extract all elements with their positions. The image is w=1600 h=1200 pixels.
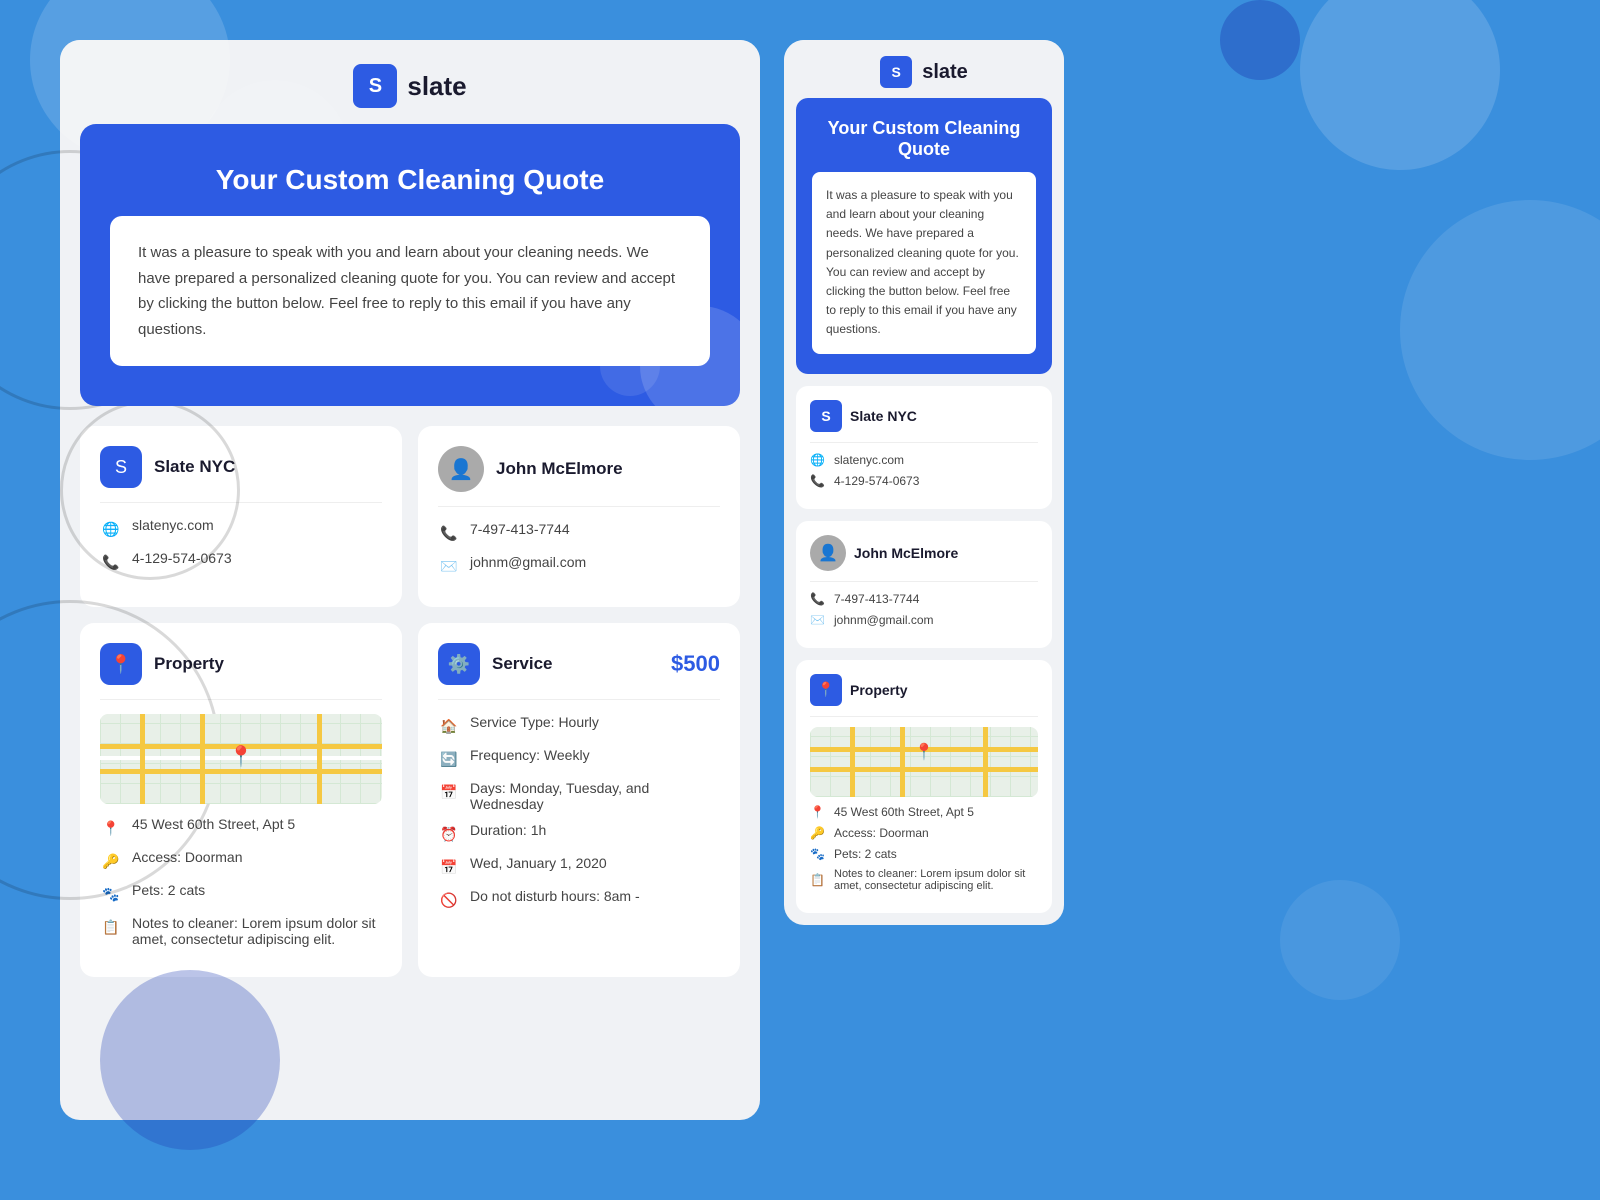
service-disturb: Do not disturb hours: 8am - xyxy=(470,888,640,904)
side-property-pets-icon: 🐾 xyxy=(810,847,826,861)
property-notes: Notes to cleaner: Lorem ipsum dolor sit … xyxy=(132,915,382,947)
property-map: 📍 xyxy=(100,714,382,804)
side-property-header: 📍 Property xyxy=(810,674,1038,717)
side-quote-title: Your Custom Cleaning Quote xyxy=(812,118,1036,160)
side-logo-icon: S xyxy=(880,56,912,88)
quote-title: Your Custom Cleaning Quote xyxy=(110,164,710,196)
side-globe-icon: 🌐 xyxy=(810,453,826,467)
side-phone-icon: 📞 xyxy=(810,474,826,488)
side-client-section: 👤 John McElmore 📞 7-497-413-7744 ✉️ john… xyxy=(796,521,1052,648)
side-card: S slate Your Custom Cleaning Quote It wa… xyxy=(784,40,1064,925)
side-property-access-row: 🔑 Access: Doorman xyxy=(810,826,1038,840)
logo-icon: S xyxy=(353,64,397,108)
client-phone-row: 📞 7-497-413-7744 xyxy=(438,521,720,544)
service-frequency-icon: 🔄 xyxy=(438,748,460,770)
client-email-icon: ✉️ xyxy=(438,555,460,577)
service-disturb-row: 🚫 Do not disturb hours: 8am - xyxy=(438,888,720,911)
side-company-website-row: 🌐 slatenyc.com xyxy=(810,453,1038,467)
side-property-map: 📍 xyxy=(810,727,1038,797)
side-company-header: S Slate NYC xyxy=(810,400,1038,443)
service-type: Service Type: Hourly xyxy=(470,714,599,730)
client-avatar: 👤 xyxy=(438,446,484,492)
service-days-row: 📅 Days: Monday, Tuesday, and Wednesday xyxy=(438,780,720,812)
map-pin-icon: 📍 xyxy=(229,744,254,769)
service-duration-row: ⏰ Duration: 1h xyxy=(438,822,720,845)
side-client-avatar: 👤 xyxy=(810,535,846,571)
service-price: $500 xyxy=(671,651,720,677)
side-property-access: Access: Doorman xyxy=(834,826,929,840)
service-card: ⚙️ Service $500 🏠 Service Type: Hourly 🔄… xyxy=(418,623,740,977)
client-phone: 7-497-413-7744 xyxy=(470,521,570,537)
service-date-icon: 📅 xyxy=(438,856,460,878)
side-property-notes-row: 📋 Notes to cleaner: Lorem ipsum dolor si… xyxy=(810,868,1038,892)
side-company-section: S Slate NYC 🌐 slatenyc.com 📞 4-129-574-0… xyxy=(796,386,1052,509)
service-card-header: ⚙️ Service $500 xyxy=(438,643,720,700)
side-property-notes-icon: 📋 xyxy=(810,873,826,887)
side-company-icon: S xyxy=(810,400,842,432)
hero-banner: Your Custom Cleaning Quote It was a plea… xyxy=(80,124,740,406)
service-type-row: 🏠 Service Type: Hourly xyxy=(438,714,720,737)
service-icon: ⚙️ xyxy=(438,643,480,685)
side-header: S slate xyxy=(784,40,1064,98)
service-date: Wed, January 1, 2020 xyxy=(470,855,607,871)
side-property-section: 📍 Property 📍 📍 45 West 60th Street, Apt … xyxy=(796,660,1052,913)
side-company-name: Slate NYC xyxy=(850,408,917,424)
property-notes-row: 📋 Notes to cleaner: Lorem ipsum dolor si… xyxy=(100,915,382,947)
service-duration: Duration: 1h xyxy=(470,822,546,838)
client-name: John McElmore xyxy=(496,459,623,479)
service-frequency: Frequency: Weekly xyxy=(470,747,590,763)
client-phone-icon: 📞 xyxy=(438,522,460,544)
service-duration-icon: ⏰ xyxy=(438,823,460,845)
side-company-website: slatenyc.com xyxy=(834,453,904,467)
side-client-phone: 7-497-413-7744 xyxy=(834,592,919,606)
side-property-pets: Pets: 2 cats xyxy=(834,847,897,861)
side-map-pin-icon: 📍 xyxy=(914,742,934,762)
side-property-pets-row: 🐾 Pets: 2 cats xyxy=(810,847,1038,861)
side-property-address: 45 West 60th Street, Apt 5 xyxy=(834,805,974,819)
client-card: 👤 John McElmore 📞 7-497-413-7744 ✉️ john… xyxy=(418,426,740,607)
side-property-icon: 📍 xyxy=(810,674,842,706)
side-client-header: 👤 John McElmore xyxy=(810,535,1038,582)
side-client-email: johnm@gmail.com xyxy=(834,613,934,627)
side-intro-box: It was a pleasure to speak with you and … xyxy=(812,172,1036,354)
side-intro-text: It was a pleasure to speak with you and … xyxy=(826,186,1022,340)
client-email-row: ✉️ johnm@gmail.com xyxy=(438,554,720,577)
service-label: Service xyxy=(492,654,553,674)
side-property-label: Property xyxy=(850,682,908,698)
intro-box: It was a pleasure to speak with you and … xyxy=(110,216,710,366)
property-notes-icon: 📋 xyxy=(100,916,122,938)
service-date-row: 📅 Wed, January 1, 2020 xyxy=(438,855,720,878)
side-company-phone-row: 📞 4-129-574-0673 xyxy=(810,474,1038,488)
service-days: Days: Monday, Tuesday, and Wednesday xyxy=(470,780,720,812)
side-property-address-row: 📍 45 West 60th Street, Apt 5 xyxy=(810,805,1038,819)
intro-text: It was a pleasure to speak with you and … xyxy=(138,240,682,342)
logo-text: slate xyxy=(407,71,466,102)
logo: S slate xyxy=(353,64,466,108)
side-client-name: John McElmore xyxy=(854,545,958,561)
side-property-notes: Notes to cleaner: Lorem ipsum dolor sit … xyxy=(834,868,1038,892)
side-client-phone-row: 📞 7-497-413-7744 xyxy=(810,592,1038,606)
side-company-phone: 4-129-574-0673 xyxy=(834,474,919,488)
side-client-email-icon: ✉️ xyxy=(810,613,826,627)
side-property-address-icon: 📍 xyxy=(810,805,826,819)
side-logo-text: slate xyxy=(922,61,968,84)
service-frequency-row: 🔄 Frequency: Weekly xyxy=(438,747,720,770)
property-pets-row: 🐾 Pets: 2 cats xyxy=(100,882,382,905)
service-type-icon: 🏠 xyxy=(438,715,460,737)
service-days-icon: 📅 xyxy=(438,781,460,803)
service-disturb-icon: 🚫 xyxy=(438,889,460,911)
client-card-header: 👤 John McElmore xyxy=(438,446,720,507)
client-email: johnm@gmail.com xyxy=(470,554,586,570)
side-property-access-icon: 🔑 xyxy=(810,826,826,840)
side-client-email-row: ✉️ johnm@gmail.com xyxy=(810,613,1038,627)
side-client-phone-icon: 📞 xyxy=(810,592,826,606)
side-hero-banner: Your Custom Cleaning Quote It was a plea… xyxy=(796,98,1052,374)
property-pets: Pets: 2 cats xyxy=(132,882,205,898)
side-logo: S slate xyxy=(880,56,968,88)
main-card: S slate Your Custom Cleaning Quote It wa… xyxy=(60,40,760,1120)
